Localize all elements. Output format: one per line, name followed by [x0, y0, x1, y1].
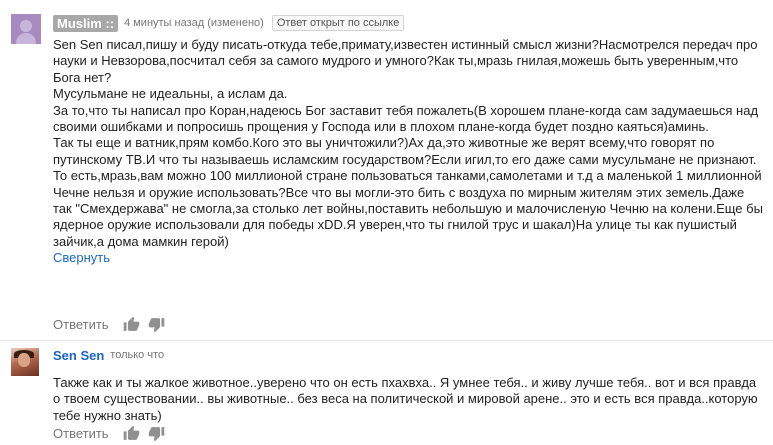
comment-text: Также как и ты жалкое животное..уверено … [53, 375, 765, 424]
comment-text: Sen Sen писал,пишу и буду писать-откуда … [53, 37, 765, 267]
comment-paragraph: Так ты еще и ватник,прям комбо.Кого это … [53, 135, 757, 167]
comment-paragraph: Мусульмане не идеальны, а ислам да. [53, 86, 288, 102]
reply-button[interactable]: Ответить [53, 426, 109, 441]
comment-paragraph: Sen Sen писал,пишу и буду писать-откуда … [53, 37, 758, 85]
comment-actions: Ответить [53, 315, 165, 333]
author-name[interactable]: Sen Sen [53, 348, 104, 363]
comment: Muslim :: 4 минуты назад (изменено) Отве… [0, 0, 773, 340]
timestamp[interactable]: только что [110, 349, 164, 361]
avatar[interactable] [11, 348, 39, 376]
collapse-link[interactable]: Свернуть [53, 250, 765, 266]
comment: Sen Sen только что Также как и ты жалкое… [0, 340, 773, 445]
avatar[interactable] [11, 14, 41, 44]
comment-header: Sen Sen только что [53, 347, 164, 363]
reply-button[interactable]: Ответить [53, 317, 109, 332]
author-name[interactable]: Muslim :: [53, 14, 119, 32]
thumbs-up-icon[interactable] [123, 425, 140, 442]
timestamp[interactable]: 4 минуты назад (изменено) [124, 17, 264, 29]
comment-paragraph: То есть,мразь,вам можно 100 миллионой ст… [53, 168, 763, 249]
thumbs-up-icon[interactable] [123, 316, 140, 333]
linked-comment-badge: Ответ открыт по ссылке [271, 15, 405, 31]
comment-paragraph: За то,что ты написал про Коран,надеюсь Б… [53, 102, 759, 135]
comment-header: Muslim :: 4 минуты назад (изменено) Отве… [53, 14, 405, 32]
thumbs-down-icon[interactable] [148, 316, 165, 333]
thumbs-down-icon[interactable] [148, 425, 165, 442]
comment-actions: Ответить [53, 424, 165, 442]
comment-paragraph: Также как и ты жалкое животное..уверено … [53, 375, 758, 423]
